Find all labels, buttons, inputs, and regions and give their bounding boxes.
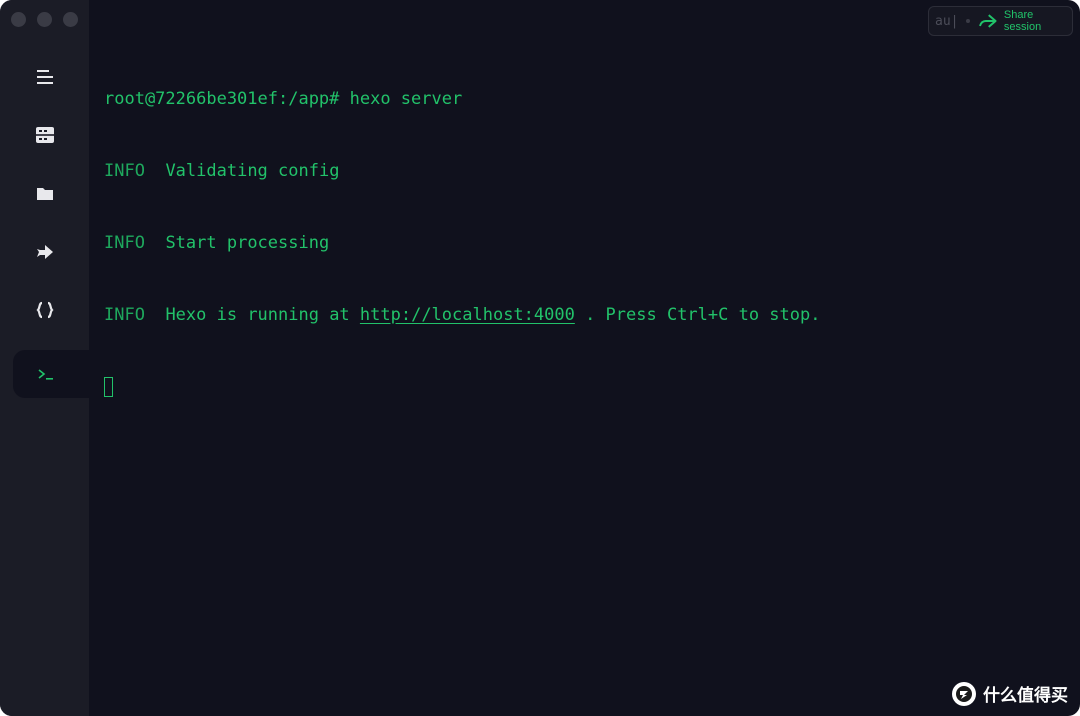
- sidebar-item-files[interactable]: [25, 174, 65, 214]
- log-message: Hexo is running at: [165, 305, 360, 325]
- watermark-text: 什么值得买: [983, 686, 1068, 706]
- log-message: Start processing: [165, 233, 330, 253]
- terminal-window: au| Share session root@72266be301ef:/app…: [0, 0, 1080, 716]
- window-controls: [11, 12, 78, 27]
- watermark: 什么值得买: [952, 681, 1068, 706]
- code-braces-icon: [36, 301, 54, 319]
- menu-icon: [37, 70, 53, 84]
- user-badge: au|: [935, 13, 959, 29]
- server-icon: [36, 127, 54, 143]
- terminal-line: INFO Start processing: [104, 231, 1060, 255]
- log-message-tail: . Press Ctrl+C to stop.: [574, 305, 821, 325]
- terminal-line: INFO Hexo is running at http://localhost…: [104, 303, 1060, 327]
- log-level: INFO: [104, 305, 145, 325]
- log-message: Validating config: [165, 161, 340, 181]
- terminal-line: root@72266be301ef:/app# hexo server: [104, 87, 1060, 111]
- maximize-window-button[interactable]: [63, 12, 78, 27]
- close-window-button[interactable]: [11, 12, 26, 27]
- share-arrow-icon: [979, 14, 997, 28]
- folder-icon: [37, 188, 53, 200]
- sidebar-item-servers[interactable]: [25, 115, 65, 155]
- terminal-line: INFO Validating config: [104, 159, 1060, 183]
- localhost-link[interactable]: http://localhost:4000: [360, 305, 575, 325]
- sidebar-item-menu[interactable]: [25, 57, 65, 97]
- sidebar-item-port-forwarding[interactable]: [25, 232, 65, 272]
- share-session-button[interactable]: Share session: [978, 9, 1072, 33]
- terminal-cursor: [104, 377, 113, 397]
- share-session-bar: au| Share session: [928, 6, 1073, 36]
- separator-dot: [966, 19, 971, 23]
- terminal-line: [104, 375, 1060, 399]
- terminal-output[interactable]: root@72266be301ef:/app# hexo server INFO…: [104, 39, 1060, 447]
- port-forward-icon: [37, 245, 53, 259]
- minimize-window-button[interactable]: [37, 12, 52, 27]
- terminal-icon: [38, 369, 53, 380]
- sidebar-item-snippets[interactable]: [25, 290, 65, 330]
- log-level: INFO: [104, 233, 145, 253]
- command-text: root@72266be301ef:/app# hexo server: [104, 89, 463, 109]
- share-session-label: Share session: [1003, 9, 1042, 33]
- sidebar: [0, 0, 93, 716]
- smzdm-logo-icon: [952, 681, 976, 706]
- sidebar-item-terminal[interactable]: [13, 350, 93, 398]
- log-level: INFO: [104, 161, 145, 181]
